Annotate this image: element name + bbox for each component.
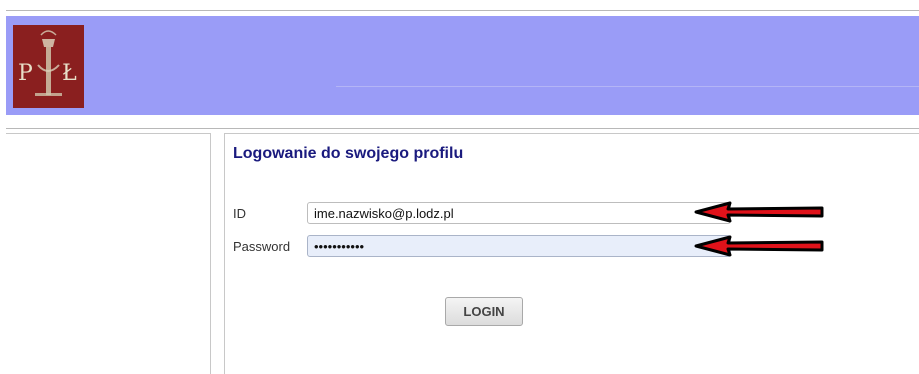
red-arrow-icon [694, 235, 824, 257]
password-label: Password [233, 239, 291, 254]
id-label: ID [233, 206, 246, 221]
content-divider [6, 128, 919, 129]
page-title: Logowanie do swojego profilu [233, 145, 464, 162]
id-field[interactable] [307, 202, 731, 224]
left-sidebar [6, 133, 211, 374]
password-field[interactable] [307, 235, 731, 257]
header-banner: P Ł [6, 16, 919, 115]
login-page: P Ł Logowanie do swojego profilu ID Pass… [0, 0, 919, 374]
login-button[interactable]: LOGIN [445, 297, 523, 326]
university-logo-icon: P Ł [13, 25, 84, 108]
svg-text:Ł: Ł [62, 61, 77, 86]
svg-text:P: P [18, 61, 33, 86]
red-arrow-icon [694, 201, 824, 223]
top-divider [6, 10, 919, 11]
banner-divider [336, 86, 919, 87]
